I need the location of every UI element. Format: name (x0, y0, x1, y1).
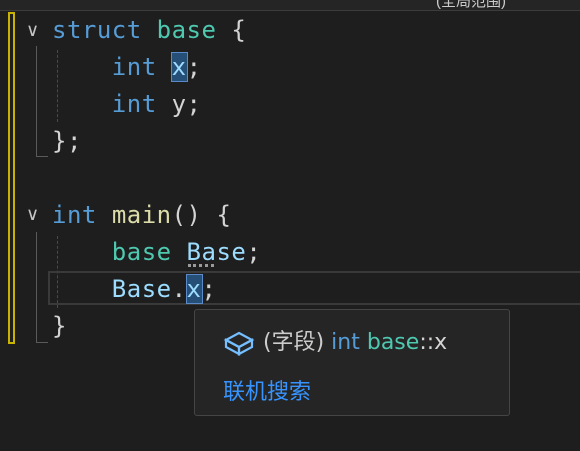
fold-chevron-icon[interactable]: ∨ (26, 22, 39, 40)
code-line[interactable]: Base.x; (52, 274, 217, 304)
code-token: x (185, 274, 203, 304)
symbol-kind: (字段) (263, 330, 325, 355)
tooltip-signature: (字段) int base::x (223, 328, 447, 358)
code-token: int (111, 90, 157, 118)
code-token: }; (52, 127, 82, 155)
code-line[interactable]: }; (52, 127, 82, 155)
code-line[interactable]: int main() { (52, 201, 231, 229)
symbol-owner-type: base (366, 330, 420, 355)
code-token: base (156, 16, 217, 44)
code-token: int (52, 201, 97, 229)
code-token: y; (156, 90, 202, 118)
code-token: } (52, 312, 67, 340)
code-token: base (111, 238, 172, 266)
suggestion-dots (188, 264, 214, 271)
online-search-link[interactable]: 联机搜索 (223, 374, 311, 406)
code-token: . (171, 275, 187, 303)
code-line[interactable]: } (52, 312, 67, 340)
title-bar: (全局范围) (0, 0, 580, 11)
scope-guide (36, 46, 37, 156)
code-token: ; (246, 238, 262, 266)
code-token: x (170, 52, 188, 82)
fold-chevron-icon[interactable]: ∨ (26, 206, 39, 224)
scope-separator: :: (419, 330, 435, 355)
code-line[interactable]: base Base; (52, 238, 261, 266)
code-token: ; (186, 53, 202, 81)
code-token: struct (52, 16, 142, 44)
code-line[interactable]: struct base { (52, 16, 246, 44)
code-token: ; (201, 275, 217, 303)
field-icon (223, 331, 255, 356)
code-token: { (216, 16, 247, 44)
scope-guide-end (36, 342, 48, 343)
scope-guide-end (36, 156, 48, 157)
code-line[interactable]: int y; (52, 90, 202, 118)
code-token: Base (186, 238, 247, 266)
scope-guide (36, 232, 37, 342)
code-token: int (111, 53, 157, 81)
code-line[interactable]: int x; (52, 52, 202, 82)
quick-info-tooltip: (字段) int base::x 联机搜索 (194, 309, 510, 416)
symbol-name: x (434, 330, 448, 355)
code-token: Base (111, 275, 172, 303)
scope-dropdown-label[interactable]: (全局范围) (436, 0, 506, 11)
code-token: main (111, 201, 172, 229)
symbol-type-keyword: int (331, 330, 360, 355)
change-indicator-bar (8, 12, 15, 344)
code-token: () { (171, 201, 232, 229)
